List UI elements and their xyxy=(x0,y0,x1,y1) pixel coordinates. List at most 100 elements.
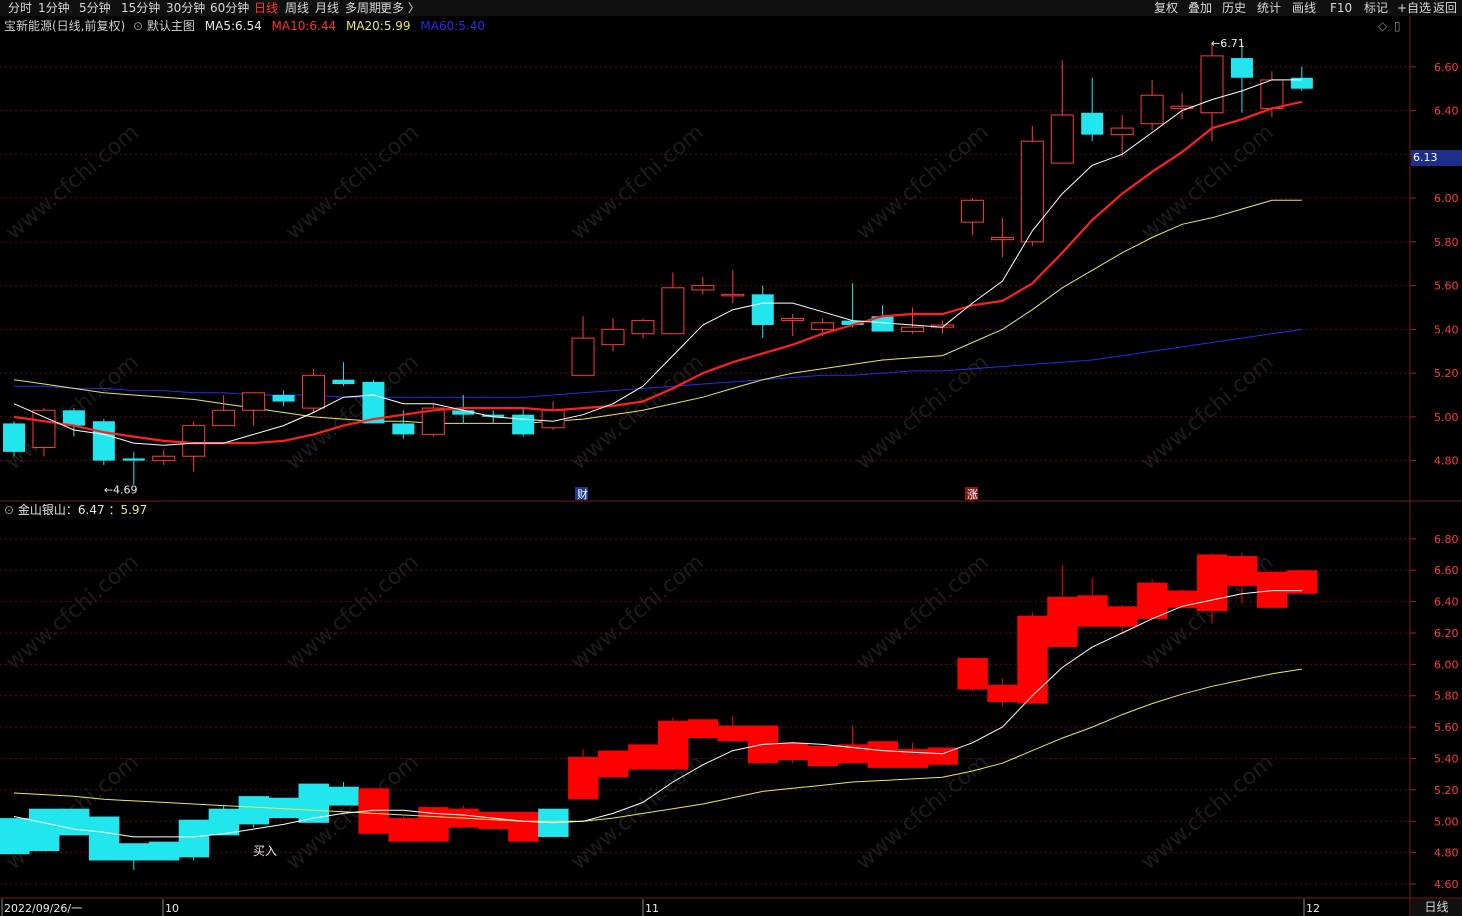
y-tick-label: 5.80 xyxy=(1434,690,1459,703)
block-body xyxy=(1256,571,1288,608)
candle-body xyxy=(721,293,745,297)
y-tick-label: 6.60 xyxy=(1434,61,1459,74)
candle-body xyxy=(1230,58,1253,78)
y-tick-label: 6.20 xyxy=(1434,627,1459,640)
ma10-line xyxy=(13,100,1303,445)
kline-chart[interactable]: 6.60 6.40 6.20 6.00 5.80 5.60 5.40 5.20 5.00 4.80… xyxy=(0,0,1462,916)
y-tick-label: 5.00 xyxy=(1434,815,1459,828)
candle-body xyxy=(571,337,595,376)
candle-body xyxy=(691,285,715,291)
block-body xyxy=(148,841,180,861)
y-tick-label: 5.80 xyxy=(1434,236,1459,249)
y-tick-label: 5.00 xyxy=(1434,411,1459,424)
date-label: 11 xyxy=(645,902,659,915)
block-body xyxy=(118,843,150,861)
block-body xyxy=(867,741,899,768)
candle-body xyxy=(1290,77,1313,89)
y-tick-label: 6.80 xyxy=(1434,533,1459,546)
candle-body xyxy=(1050,114,1074,164)
block-body xyxy=(1137,582,1168,619)
block-body xyxy=(298,783,329,823)
y-tick-label: 4.60 xyxy=(1434,878,1459,891)
block-body xyxy=(508,811,539,842)
block-body xyxy=(627,744,659,770)
date-label: 2022/09/26/一 xyxy=(4,902,82,915)
candle-body xyxy=(272,394,295,402)
block-body xyxy=(987,684,1018,703)
candle-body xyxy=(62,410,85,426)
candle-body xyxy=(3,423,25,452)
y-tick-label: 4.80 xyxy=(1434,847,1459,860)
block-body xyxy=(1077,595,1108,627)
candle-body xyxy=(781,317,805,322)
block-body xyxy=(1226,556,1258,586)
block-body xyxy=(717,725,749,742)
candle-body xyxy=(751,294,774,325)
candle-body xyxy=(332,379,355,385)
candle-body xyxy=(1200,55,1224,114)
block-body xyxy=(28,808,60,852)
y-tick-label: 5.40 xyxy=(1434,323,1459,336)
current-price-tag: 6.13 xyxy=(1411,150,1462,166)
candle-body xyxy=(1081,112,1104,135)
y-tick-label: 5.20 xyxy=(1434,784,1459,797)
date-label: 10 xyxy=(165,902,179,915)
block-body xyxy=(388,818,419,842)
indicator-line-1 xyxy=(13,590,1302,838)
block-body xyxy=(777,742,809,761)
period-indicator[interactable]: 日线 xyxy=(1411,899,1462,916)
candle-body xyxy=(392,423,415,435)
candle-body xyxy=(811,322,835,330)
candle-body xyxy=(182,425,206,457)
buy-signal-label: 买入 xyxy=(253,844,277,858)
candle-body xyxy=(901,326,924,333)
block-body xyxy=(807,745,839,767)
block-body xyxy=(208,808,240,836)
candle-body xyxy=(1140,94,1164,125)
candle-body xyxy=(601,328,625,346)
block-body xyxy=(0,818,30,855)
candle-body xyxy=(212,409,236,427)
candle-body xyxy=(960,199,984,223)
y-tick-label: 5.60 xyxy=(1434,280,1459,293)
block-body xyxy=(1167,590,1198,608)
block-body xyxy=(957,658,988,690)
block-body xyxy=(1047,596,1078,648)
block-body xyxy=(58,808,90,836)
block-body xyxy=(1107,606,1138,627)
block-body xyxy=(238,796,270,825)
y-tick-label: 5.20 xyxy=(1434,367,1459,380)
low-price-label: ←4.69 xyxy=(104,484,138,497)
event-zhang-label: 涨 xyxy=(967,488,978,501)
block-body xyxy=(328,786,359,806)
candle-body xyxy=(1260,79,1284,109)
y-tick-label: 6.00 xyxy=(1434,192,1459,205)
candle-body xyxy=(302,374,325,409)
y-tick-label: 6.00 xyxy=(1434,658,1459,671)
candle-body xyxy=(512,414,535,435)
block-body xyxy=(178,819,210,858)
y-tick-label: 5.60 xyxy=(1434,721,1459,734)
candle-body xyxy=(122,458,145,461)
ma20-line xyxy=(13,199,1302,424)
high-price-label: ←6.71 xyxy=(1211,37,1245,50)
event-cai-label: 财 xyxy=(577,487,588,501)
y-tick-label: 6.40 xyxy=(1434,105,1459,118)
candle-body xyxy=(631,320,655,335)
ma60-line xyxy=(14,328,1302,398)
candle-body xyxy=(1020,140,1044,243)
date-label: 12 xyxy=(1306,902,1320,915)
candle-body xyxy=(990,236,1014,241)
block-body xyxy=(657,720,689,770)
y-tick-label: 4.80 xyxy=(1434,455,1459,468)
block-body xyxy=(687,719,719,739)
candle-body xyxy=(152,455,176,462)
candle-body xyxy=(242,392,266,411)
block-body xyxy=(568,756,599,800)
block-body xyxy=(598,750,629,778)
candle-body xyxy=(1110,127,1134,136)
candle-body xyxy=(32,409,56,448)
y-tick-label: 6.40 xyxy=(1434,596,1459,609)
block-body xyxy=(88,816,120,861)
ma5-line xyxy=(13,79,1302,446)
